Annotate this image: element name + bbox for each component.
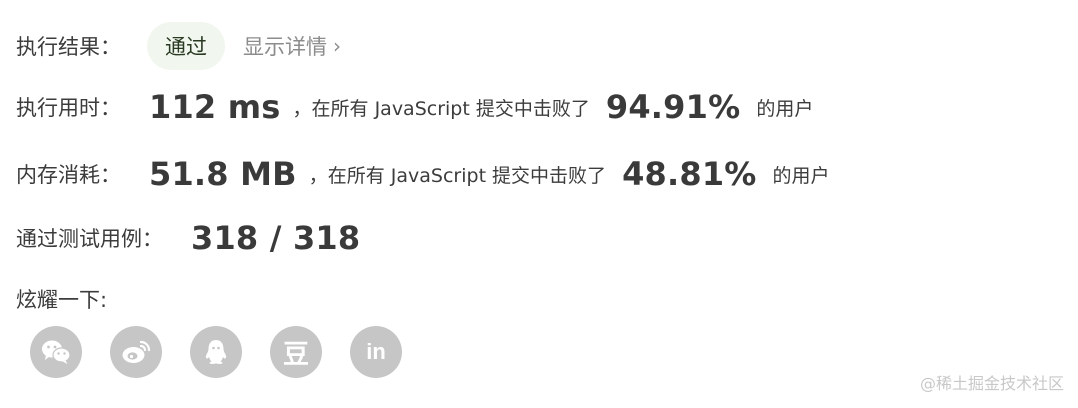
- runtime-percent: 94.91%: [605, 88, 741, 126]
- watermark: @稀土掘金技术社区: [919, 374, 1064, 393]
- chevron-right-icon: ›: [333, 34, 341, 58]
- wechat-share-button[interactable]: [30, 326, 82, 378]
- weibo-share-button[interactable]: [110, 326, 162, 378]
- douban-icon: 豆: [282, 338, 309, 369]
- runtime-label: 执行用时：: [16, 96, 121, 120]
- weibo-icon: [121, 339, 151, 365]
- testcases-label: 通过测试用例：: [16, 227, 163, 251]
- testcases-value: 318 / 318: [191, 219, 361, 257]
- wechat-icon: [41, 339, 71, 365]
- linkedin-share-button[interactable]: in: [350, 326, 402, 378]
- memory-label: 内存消耗：: [16, 163, 121, 187]
- memory-suffix: 的用户: [772, 164, 830, 187]
- show-details-label: 显示详情: [243, 35, 327, 59]
- memory-percent: 48.81%: [622, 155, 757, 193]
- memory-text: ，在所有 JavaScript 提交中击败了: [308, 164, 607, 187]
- status-badge: 通过: [147, 22, 225, 70]
- testcases-row: 通过测试用例： 318 / 318: [16, 219, 360, 257]
- share-icons: 豆 in: [30, 326, 430, 378]
- show-details-link[interactable]: 显示详情 ›: [243, 31, 341, 61]
- memory-row: 内存消耗： 51.8 MB ，在所有 JavaScript 提交中击败了 48.…: [16, 155, 830, 193]
- runtime-suffix: 的用户: [756, 97, 814, 120]
- qq-icon: [203, 338, 229, 366]
- runtime-text: ，在所有 JavaScript 提交中击败了: [292, 97, 590, 120]
- runtime-row: 执行用时： 112 ms ，在所有 JavaScript 提交中击败了 94.9…: [16, 88, 813, 126]
- memory-value: 51.8 MB: [149, 155, 297, 193]
- result-row: 执行结果： 通过 显示详情 ›: [16, 22, 341, 70]
- result-label: 执行结果：: [16, 35, 121, 59]
- runtime-value: 112 ms: [149, 88, 281, 126]
- linkedin-icon: in: [366, 339, 386, 364]
- qq-share-button[interactable]: [190, 326, 242, 378]
- share-row: 炫耀一下:: [16, 284, 107, 314]
- share-label: 炫耀一下:: [16, 288, 108, 312]
- douban-share-button[interactable]: 豆: [270, 326, 322, 378]
